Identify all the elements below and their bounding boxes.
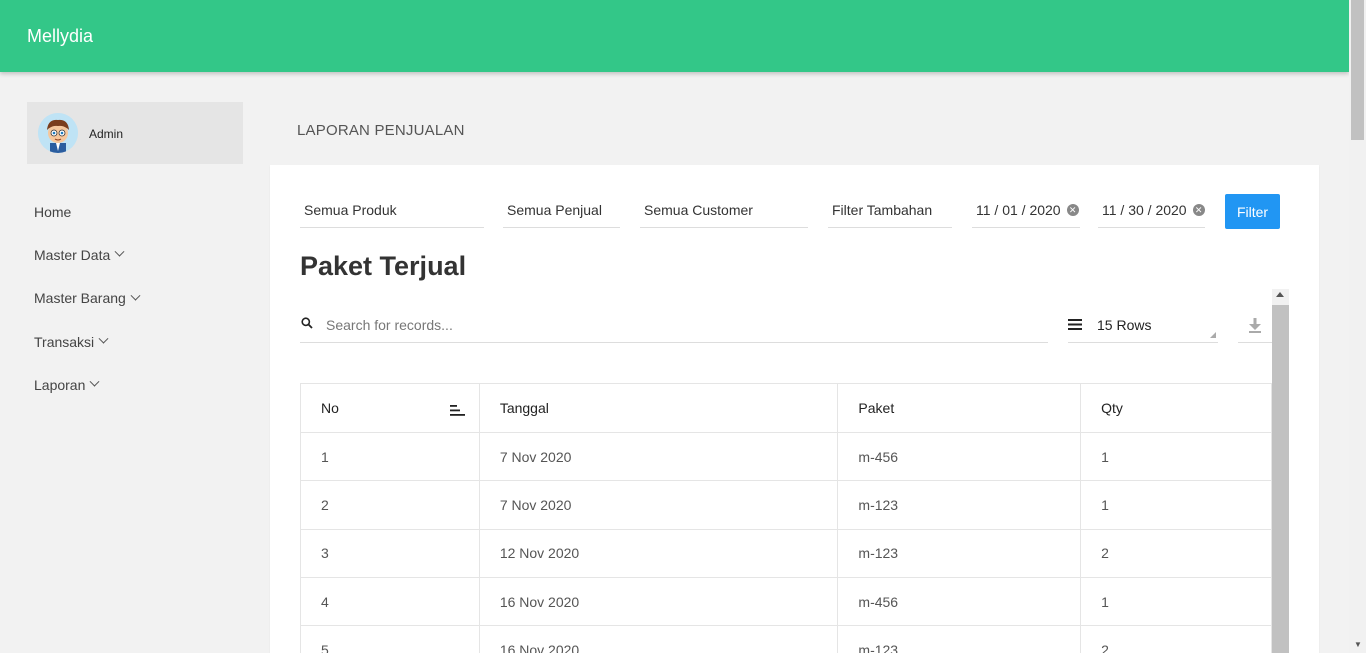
table-row: 3 12 Nov 2020 m-123 2 bbox=[300, 528, 1272, 578]
download-icon bbox=[1249, 318, 1261, 333]
column-header-tanggal[interactable]: Tanggal bbox=[478, 383, 839, 433]
column-header-label: No bbox=[321, 400, 339, 416]
cell-paket: m-123 bbox=[837, 625, 1082, 653]
cell-paket: m-123 bbox=[837, 480, 1082, 530]
sidebar-item-transaksi[interactable]: Transaksi bbox=[34, 320, 234, 363]
section-title: Paket Terjual bbox=[300, 251, 467, 281]
sidebar-item-label: Transaksi bbox=[34, 333, 95, 350]
cell-no: 5 bbox=[300, 625, 480, 653]
sidebar-nav: Home Master Data Master Barang Transaksi… bbox=[34, 190, 234, 406]
table-scrollbar[interactable] bbox=[1272, 289, 1289, 653]
date-to-field[interactable]: 11 / 30 / 2020 ✕ bbox=[1098, 193, 1205, 228]
cell-qty: 2 bbox=[1080, 528, 1272, 578]
avatar bbox=[38, 113, 78, 153]
page-scrollbar[interactable]: ▼ bbox=[1349, 0, 1366, 653]
sidebar-item-label: Home bbox=[34, 203, 72, 220]
chevron-down-icon bbox=[89, 377, 100, 387]
customer-select-value: Semua Customer bbox=[644, 202, 753, 218]
cell-qty: 2 bbox=[1080, 625, 1272, 653]
table-header-row: No Tanggal Paket Qty bbox=[300, 383, 1272, 433]
rows-per-page-value: 15 Rows bbox=[1097, 317, 1152, 333]
scroll-up-icon[interactable] bbox=[1276, 292, 1284, 297]
penjual-select-value: Semua Penjual bbox=[507, 202, 602, 218]
clear-icon[interactable]: ✕ bbox=[1066, 204, 1079, 216]
filter-button[interactable]: Filter bbox=[1225, 194, 1280, 229]
column-header-paket[interactable]: Paket bbox=[837, 383, 1082, 433]
scroll-down-icon[interactable]: ▼ bbox=[1354, 640, 1362, 649]
cell-paket: m-456 bbox=[837, 431, 1082, 482]
chevron-down-icon bbox=[130, 290, 141, 301]
cell-no: 1 bbox=[300, 431, 480, 482]
search-bar bbox=[300, 308, 1048, 343]
date-to-value: 11 / 30 / 2020 bbox=[1102, 202, 1187, 218]
table-row: 4 16 Nov 2020 m-456 1 bbox=[300, 576, 1272, 627]
date-from-value: 11 / 01 / 2020 bbox=[976, 202, 1061, 218]
table-row: 2 7 Nov 2020 m-123 1 bbox=[300, 480, 1272, 530]
cell-paket: m-456 bbox=[837, 576, 1082, 627]
sidebar-item-master-barang[interactable]: Master Barang bbox=[34, 277, 234, 320]
cell-tanggal: 7 Nov 2020 bbox=[478, 431, 839, 482]
cell-qty: 1 bbox=[1080, 480, 1272, 530]
cell-tanggal: 7 Nov 2020 bbox=[478, 480, 839, 530]
produk-select[interactable]: Semua Produk bbox=[300, 193, 484, 228]
date-from-field[interactable]: 11 / 01 / 2020 ✕ bbox=[972, 193, 1080, 228]
cell-tanggal: 12 Nov 2020 bbox=[478, 528, 839, 578]
brand-title[interactable]: Mellydia bbox=[27, 26, 93, 47]
column-header-qty[interactable]: Qty bbox=[1080, 383, 1272, 433]
rows-per-page-select[interactable]: 15 Rows bbox=[1068, 308, 1218, 343]
sidebar-item-label: Laporan bbox=[34, 376, 86, 393]
filter-tambahan-value: Filter Tambahan bbox=[832, 202, 933, 218]
filter-tambahan-select[interactable]: Filter Tambahan bbox=[828, 193, 952, 228]
table-row: 5 16 Nov 2020 m-123 2 bbox=[300, 625, 1272, 653]
user-name: Admin bbox=[89, 127, 124, 141]
top-bar: Mellydia bbox=[0, 0, 1349, 72]
table-scrollbar-thumb[interactable] bbox=[1272, 305, 1289, 653]
chevron-down-icon bbox=[114, 247, 125, 258]
page-title: LAPORAN PENJUALAN bbox=[297, 122, 465, 139]
sidebar-item-home[interactable]: Home bbox=[34, 190, 234, 233]
cell-tanggal: 16 Nov 2020 bbox=[478, 625, 839, 653]
cell-tanggal: 16 Nov 2020 bbox=[478, 576, 839, 627]
user-card: Admin bbox=[27, 102, 243, 164]
cell-no: 2 bbox=[300, 480, 480, 530]
clear-icon[interactable]: ✕ bbox=[1192, 204, 1205, 216]
download-button[interactable] bbox=[1238, 308, 1272, 343]
resize-handle-icon bbox=[1210, 332, 1216, 338]
sidebar-item-label: Master Barang bbox=[34, 290, 126, 307]
search-icon bbox=[301, 316, 315, 334]
cell-paket: m-123 bbox=[837, 528, 1082, 578]
cell-no: 3 bbox=[300, 528, 480, 578]
sidebar-item-laporan[interactable]: Laporan bbox=[34, 363, 234, 406]
cell-qty: 1 bbox=[1080, 431, 1272, 482]
sidebar-item-label: Master Data bbox=[34, 246, 111, 263]
page-scrollbar-thumb[interactable] bbox=[1351, 0, 1364, 140]
report-table: No Tanggal Paket Qty 1 7 Nov 2020 m-456 … bbox=[300, 383, 1272, 653]
penjual-select[interactable]: Semua Penjual bbox=[503, 193, 620, 228]
search-input[interactable] bbox=[326, 317, 1026, 333]
sidebar-item-master-data[interactable]: Master Data bbox=[34, 233, 234, 276]
cell-qty: 1 bbox=[1080, 576, 1272, 627]
cell-no: 4 bbox=[300, 576, 480, 627]
table-row: 1 7 Nov 2020 m-456 1 bbox=[300, 431, 1272, 482]
menu-icon bbox=[1068, 317, 1082, 333]
sort-icon[interactable] bbox=[449, 403, 465, 419]
chevron-down-icon bbox=[98, 333, 109, 344]
produk-select-value: Semua Produk bbox=[304, 202, 397, 218]
column-header-no[interactable]: No bbox=[300, 383, 480, 433]
customer-select[interactable]: Semua Customer bbox=[640, 193, 808, 228]
